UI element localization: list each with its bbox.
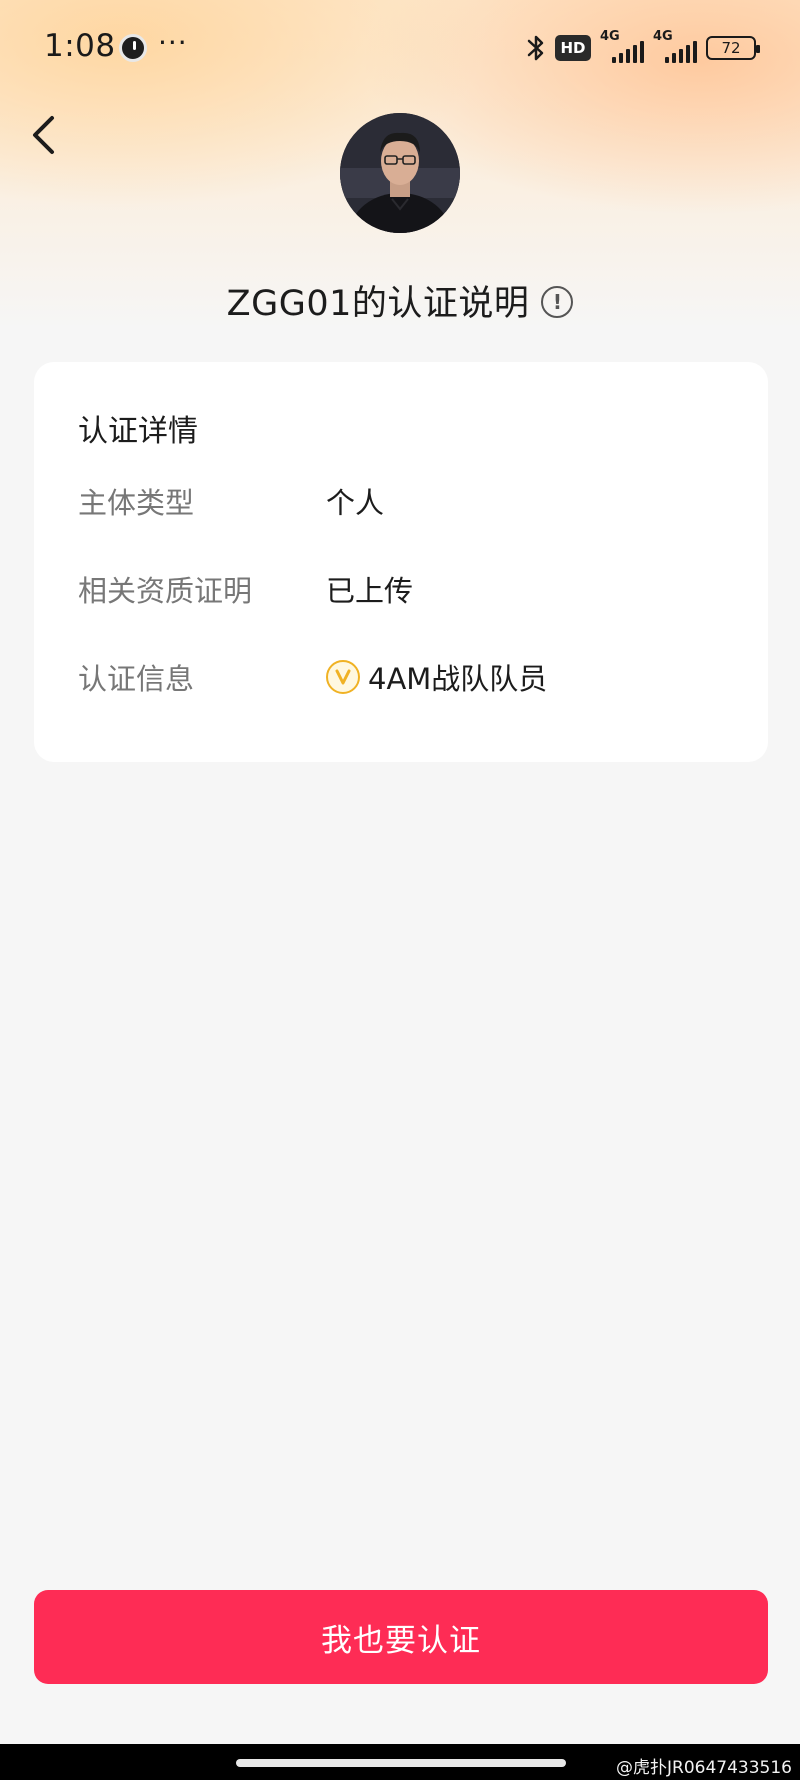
signal-icon-2: 4G bbox=[653, 29, 697, 63]
detail-row-subject-type: 主体类型 个人 bbox=[78, 476, 738, 526]
signal-icon-1: 4G bbox=[600, 29, 644, 63]
status-icons: HD 4G 4G 72 bbox=[526, 29, 760, 66]
home-indicator[interactable] bbox=[236, 1759, 566, 1767]
title-row: ZGG01的认证说明 ! bbox=[0, 270, 800, 330]
v-verified-badge-icon bbox=[326, 660, 360, 694]
row-label: 认证信息 bbox=[78, 662, 195, 696]
row-value: 已上传 bbox=[326, 574, 414, 608]
hd-icon: HD bbox=[555, 35, 591, 61]
row-label: 相关资质证明 bbox=[78, 574, 253, 608]
avatar[interactable] bbox=[340, 113, 460, 233]
screen: 1:08 ··· HD 4G 4G 72 ZGG01的认证说明 ! 认证详情 主… bbox=[0, 0, 800, 1780]
avatar-photo bbox=[340, 113, 460, 233]
verification-info-text: 4AM战队队员 bbox=[368, 662, 548, 696]
watermark: @虎扑JR0647433516 bbox=[616, 1758, 792, 1778]
network-type-label: 4G bbox=[600, 29, 620, 44]
battery-level: 72 bbox=[721, 39, 741, 57]
back-button[interactable] bbox=[22, 108, 72, 162]
verification-detail-card: 认证详情 主体类型 个人 相关资质证明 已上传 认证信息 4AM战队队员 bbox=[34, 362, 768, 762]
status-time: 1:08 bbox=[44, 28, 116, 64]
row-label: 主体类型 bbox=[78, 486, 195, 520]
page-title: ZGG01的认证说明 bbox=[226, 283, 530, 324]
bluetooth-icon bbox=[527, 35, 544, 61]
card-title: 认证详情 bbox=[78, 414, 198, 449]
detail-row-qualification: 相关资质证明 已上传 bbox=[78, 564, 738, 614]
row-value-with-badge: 4AM战队队员 bbox=[326, 656, 547, 698]
network-type-label: 4G bbox=[653, 29, 673, 44]
detail-row-verification-info: 认证信息 4AM战队队员 bbox=[78, 652, 738, 702]
apply-verification-button[interactable]: 我也要认证 bbox=[34, 1590, 768, 1684]
timer-icon bbox=[119, 34, 147, 62]
status-more-icon: ··· bbox=[158, 26, 188, 59]
row-value: 个人 bbox=[326, 486, 385, 520]
chevron-left-icon bbox=[33, 116, 54, 154]
status-bar: 1:08 ··· HD 4G 4G 72 bbox=[0, 0, 800, 95]
battery-icon: 72 bbox=[706, 36, 760, 60]
info-icon[interactable]: ! bbox=[541, 285, 574, 318]
